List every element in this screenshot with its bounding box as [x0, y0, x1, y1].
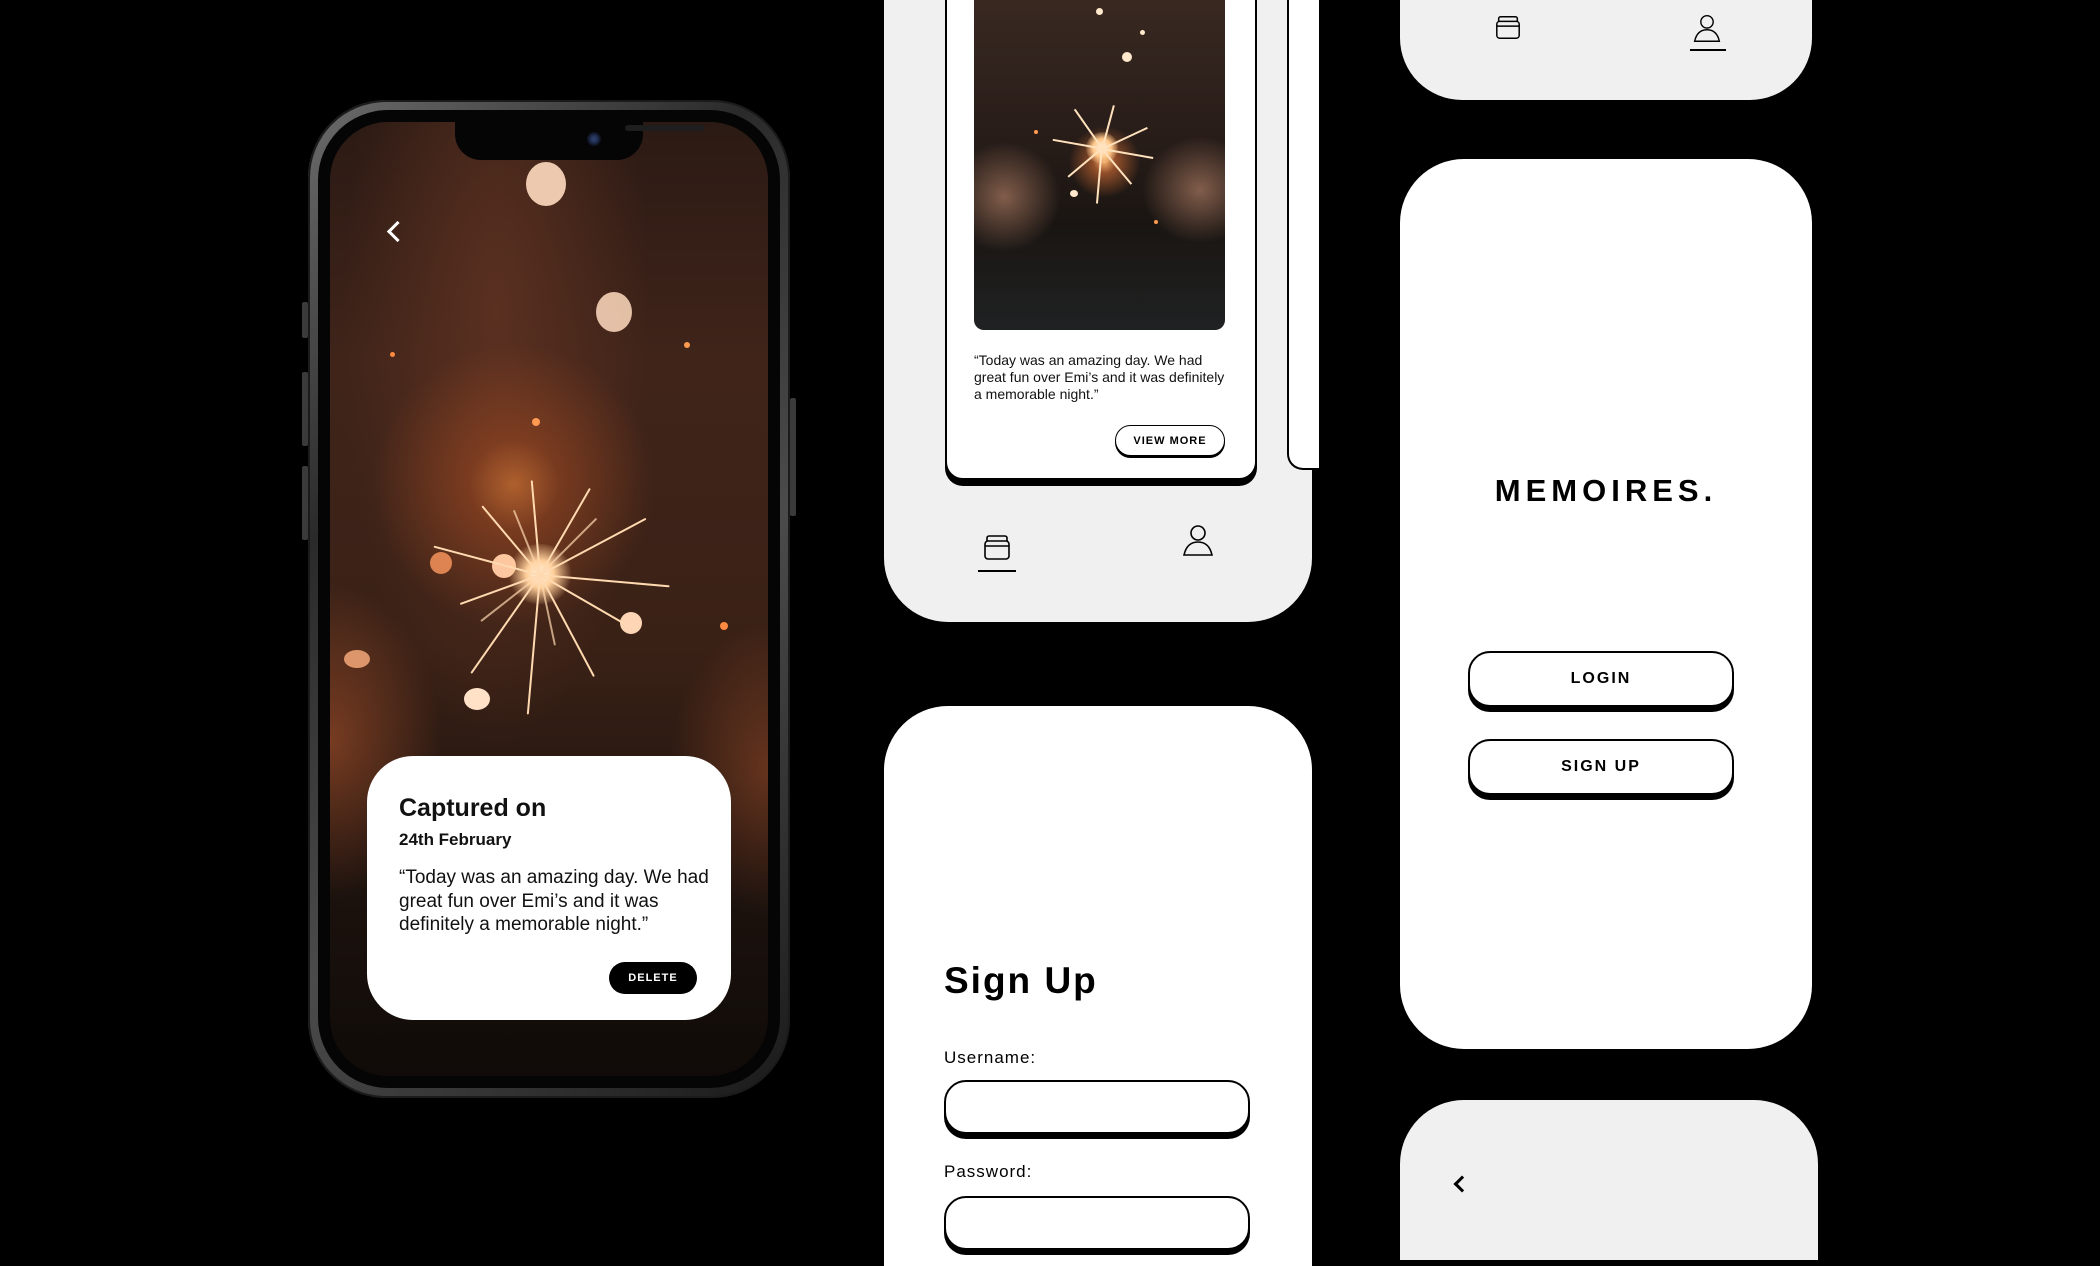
app-logo: MEMOIRES. [1494, 473, 1718, 508]
bokeh-light [720, 622, 728, 630]
nav-profile-icon[interactable] [1692, 12, 1722, 44]
view-more-button[interactable]: VIEW MORE [1115, 425, 1225, 456]
memory-date: 24th February [399, 830, 512, 849]
username-label: Username: [944, 1048, 1037, 1067]
signup-title: Sign Up [944, 960, 1098, 1001]
nav-memories-icon[interactable] [982, 532, 1012, 562]
detail-screen-panel [1400, 1100, 1818, 1260]
phone-volume-down [302, 466, 308, 540]
bokeh-light [532, 418, 540, 426]
memory-quote: “Today was an amazing day. We had great … [399, 867, 709, 935]
phone-speaker [625, 125, 705, 131]
bokeh-light [390, 352, 395, 357]
bokeh-light [526, 162, 566, 206]
phone-power-button [790, 398, 796, 516]
memory-post-photo[interactable] [974, 0, 1225, 330]
bokeh-light [1034, 130, 1038, 134]
memory-title: Captured on [399, 794, 547, 822]
username-field[interactable] [944, 1080, 1250, 1134]
bokeh-light [464, 688, 490, 710]
bokeh-light [596, 292, 632, 332]
bokeh-light [684, 342, 690, 348]
nav-active-indicator [1690, 49, 1726, 51]
memory-info-card: Captured on 24th February “Today was an … [367, 756, 731, 1020]
bokeh-light [1096, 8, 1103, 15]
next-memory-card[interactable] [1287, 0, 1319, 470]
spark [470, 574, 541, 674]
password-label: Password: [944, 1162, 1033, 1181]
memory-post-quote: “Today was an amazing day. We had great … [974, 352, 1225, 402]
memory-detail-screen: Captured on 24th February “Today was an … [330, 122, 768, 1076]
phone-mute-switch [302, 302, 308, 338]
login-button[interactable]: LOGIN [1468, 651, 1734, 707]
signup-button[interactable]: SIGN UP [1468, 739, 1734, 795]
profile-screen-panel [1400, 0, 1812, 100]
back-chevron-icon[interactable] [1453, 1175, 1471, 1193]
bokeh-light [1154, 220, 1158, 224]
phone-volume-up [302, 372, 308, 446]
phone-camera [587, 132, 601, 146]
bokeh-light [1140, 30, 1145, 35]
landing-screen: MEMOIRES. LOGIN SIGN UP [1400, 159, 1812, 1049]
bokeh-light [430, 552, 452, 574]
bokeh-light [1070, 190, 1078, 197]
bokeh-light [344, 650, 370, 668]
bokeh-light [1122, 52, 1132, 62]
back-chevron-icon[interactable] [386, 220, 409, 243]
delete-button[interactable]: DELETE [609, 962, 697, 994]
phone-notch [455, 122, 705, 160]
nav-active-indicator [978, 570, 1016, 572]
nav-profile-icon[interactable] [1181, 522, 1215, 558]
password-field[interactable] [944, 1196, 1250, 1250]
signup-screen: Sign Up Username: Password: [884, 706, 1312, 1266]
nav-memories-icon[interactable] [1494, 12, 1522, 42]
